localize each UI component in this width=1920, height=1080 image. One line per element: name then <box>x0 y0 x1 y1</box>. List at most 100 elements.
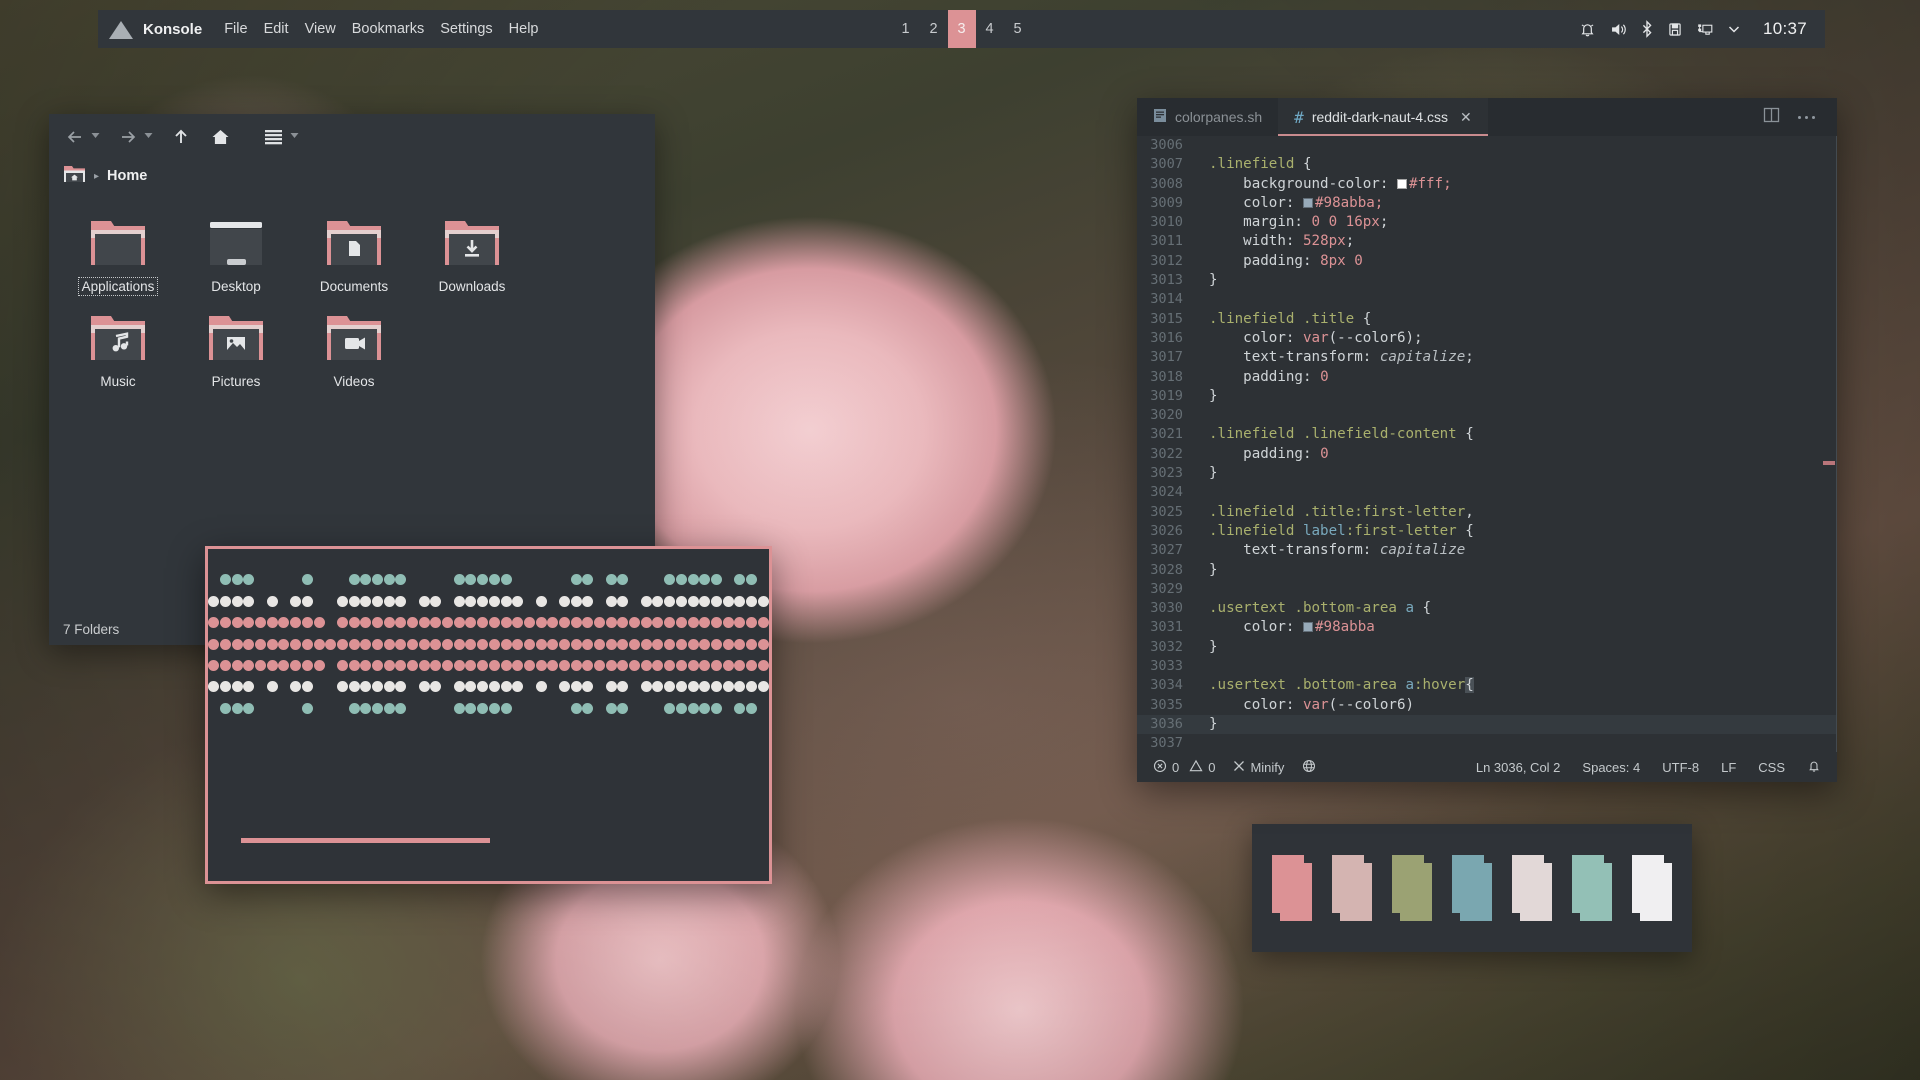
palette-swatch-color5-pale-blush[interactable] <box>1512 855 1552 921</box>
code-line[interactable]: 3024 <box>1137 483 1837 502</box>
indentation[interactable]: Spaces: 4 <box>1582 760 1640 775</box>
file-item-videos[interactable]: Videos <box>295 302 413 397</box>
code-line[interactable]: 3027 text-transform: capitalize <box>1137 541 1837 560</box>
live-preview-button[interactable] <box>1302 759 1316 776</box>
file-item-music[interactable]: Music <box>59 302 177 397</box>
palette-swatch-color7-white[interactable] <box>1632 855 1672 921</box>
code-line[interactable]: 3028} <box>1137 561 1837 580</box>
file-item-applications[interactable]: Applications <box>59 207 177 302</box>
file-item-documents[interactable]: Documents <box>295 207 413 302</box>
tab-reddit-dark-naut-4-css[interactable]: # reddit-dark-naut-4.css ✕ <box>1278 98 1488 136</box>
menu-bookmarks[interactable]: Bookmarks <box>344 17 433 41</box>
language-mode[interactable]: CSS <box>1758 760 1785 775</box>
token-el: a <box>1405 677 1415 694</box>
visualizer-dot <box>757 617 769 629</box>
menu-button[interactable] <box>261 122 286 152</box>
notifications-bell-icon[interactable] <box>1579 21 1596 38</box>
up-button[interactable] <box>169 122 193 152</box>
token-punc: : <box>1362 542 1380 559</box>
palette-swatch-color4-teal-blue[interactable] <box>1452 855 1492 921</box>
code-line[interactable]: 3031 color: #98abba <box>1137 618 1837 637</box>
tab-close-icon[interactable]: ✕ <box>1460 109 1472 126</box>
code-line[interactable]: 3010 margin: 0 0 16px; <box>1137 213 1837 232</box>
chevron-down-icon[interactable] <box>1727 22 1741 36</box>
file-item-downloads[interactable]: Downloads <box>413 207 531 302</box>
code-line[interactable]: 3035 color: var(--color6) <box>1137 696 1837 715</box>
pager-desktop-2[interactable]: 2 <box>920 10 948 48</box>
code-line[interactable]: 3034 .usertext .bottom-area a:hover{ <box>1137 676 1837 695</box>
code-line[interactable]: 3016 color: var(--color6); <box>1137 329 1837 348</box>
progress-bar-track[interactable] <box>241 838 671 843</box>
code-line[interactable]: 3013} <box>1137 271 1837 290</box>
file-item-pictures[interactable]: Pictures <box>177 302 295 397</box>
code-line[interactable]: 3037 <box>1137 734 1837 752</box>
volume-icon[interactable] <box>1609 21 1627 38</box>
code-line[interactable]: 3012 padding: 8px 0 <box>1137 252 1837 271</box>
code-line[interactable]: 3022 padding: 0 <box>1137 445 1837 464</box>
bluetooth-icon[interactable] <box>1640 20 1654 38</box>
pager-desktop-4[interactable]: 4 <box>976 10 1004 48</box>
code-line[interactable]: 3019} <box>1137 387 1837 406</box>
code-line[interactable]: 3029 <box>1137 580 1837 599</box>
minimap-scrollbar[interactable] <box>1836 136 1837 752</box>
code-line[interactable]: 3026 .linefield label:first-letter { <box>1137 522 1837 541</box>
usb-drive-icon[interactable] <box>1667 21 1683 38</box>
code-line[interactable]: 3007 .linefield { <box>1137 155 1837 174</box>
code-line[interactable]: 3030 .usertext .bottom-area a { <box>1137 599 1837 618</box>
forward-button[interactable] <box>116 122 140 152</box>
code-line[interactable]: 3008 background-color: #fff; <box>1137 175 1837 194</box>
code-line[interactable]: 3009 color: #98abba; <box>1137 194 1837 213</box>
palette-swatch-color2-dusty-pink[interactable] <box>1332 855 1372 921</box>
split-editor-icon[interactable] <box>1763 107 1780 128</box>
back-button[interactable] <box>63 122 87 152</box>
code-line[interactable]: 3036} <box>1137 714 1837 735</box>
visualizer-dot <box>290 595 302 607</box>
minify-button[interactable]: Minify <box>1233 760 1284 775</box>
back-dropdown-caret-icon[interactable] <box>90 132 101 141</box>
code-area[interactable]: 3006 3007 .linefield {3008 background-colo… <box>1137 136 1837 752</box>
eol-mode[interactable]: LF <box>1721 760 1736 775</box>
code-line[interactable]: 3018 padding: 0 <box>1137 368 1837 387</box>
line-number: 3036 <box>1150 715 1183 732</box>
color-swatch[interactable] <box>1396 178 1407 189</box>
menu-help[interactable]: Help <box>501 17 547 41</box>
color-swatch[interactable] <box>1302 622 1313 633</box>
breadcrumb-path[interactable]: Home <box>107 168 147 184</box>
pager-desktop-1[interactable]: 1 <box>892 10 920 48</box>
menu-view[interactable]: View <box>297 17 344 41</box>
terminal-window[interactable] <box>205 546 772 884</box>
cursor-position[interactable]: Ln 3036, Col 2 <box>1476 760 1561 775</box>
code-line[interactable]: 3020 <box>1137 406 1837 425</box>
more-actions-icon[interactable] <box>1798 115 1815 119</box>
network-display-icon[interactable] <box>1696 21 1714 38</box>
menu-edit[interactable]: Edit <box>256 17 297 41</box>
menu-dropdown-caret-icon[interactable] <box>289 132 300 141</box>
home-folder-icon[interactable] <box>63 164 86 188</box>
pager-desktop-3[interactable]: 3 <box>947 10 976 48</box>
menu-file[interactable]: File <box>216 17 255 41</box>
problems-indicator[interactable]: 0 0 <box>1153 759 1215 776</box>
color-swatch[interactable] <box>1302 197 1313 208</box>
pager-desktop-5[interactable]: 5 <box>1004 10 1032 48</box>
encoding[interactable]: UTF-8 <box>1662 760 1699 775</box>
palette-swatch-color6-sage[interactable] <box>1572 855 1612 921</box>
code-line[interactable]: 3033 <box>1137 657 1837 676</box>
forward-dropdown-caret-icon[interactable] <box>143 132 154 141</box>
code-line[interactable]: 3032} <box>1137 638 1837 657</box>
home-button[interactable] <box>208 122 233 152</box>
code-line[interactable]: 3014 <box>1137 290 1837 309</box>
code-line[interactable]: 3017 text-transform: capitalize; <box>1137 348 1837 367</box>
code-line[interactable]: 3015 .linefield .title { <box>1137 310 1837 329</box>
code-line[interactable]: 3025 .linefield .title:first-letter, <box>1137 503 1837 522</box>
tab-colorpanes-sh[interactable]: colorpanes.sh <box>1137 98 1278 136</box>
palette-swatch-color3-olive[interactable] <box>1392 855 1432 921</box>
file-item-desktop[interactable]: Desktop <box>177 207 295 302</box>
code-line[interactable]: 3006 <box>1137 136 1837 155</box>
code-line[interactable]: 3011 width: 528px; <box>1137 232 1837 251</box>
menu-settings[interactable]: Settings <box>432 17 500 41</box>
clock[interactable]: 10:37 <box>1763 19 1807 39</box>
notifications-bell-icon[interactable] <box>1807 759 1821 776</box>
code-line[interactable]: 3021 .linefield .linefield-content { <box>1137 425 1837 444</box>
code-line[interactable]: 3023} <box>1137 464 1837 483</box>
palette-swatch-color1-rose[interactable] <box>1272 855 1312 921</box>
